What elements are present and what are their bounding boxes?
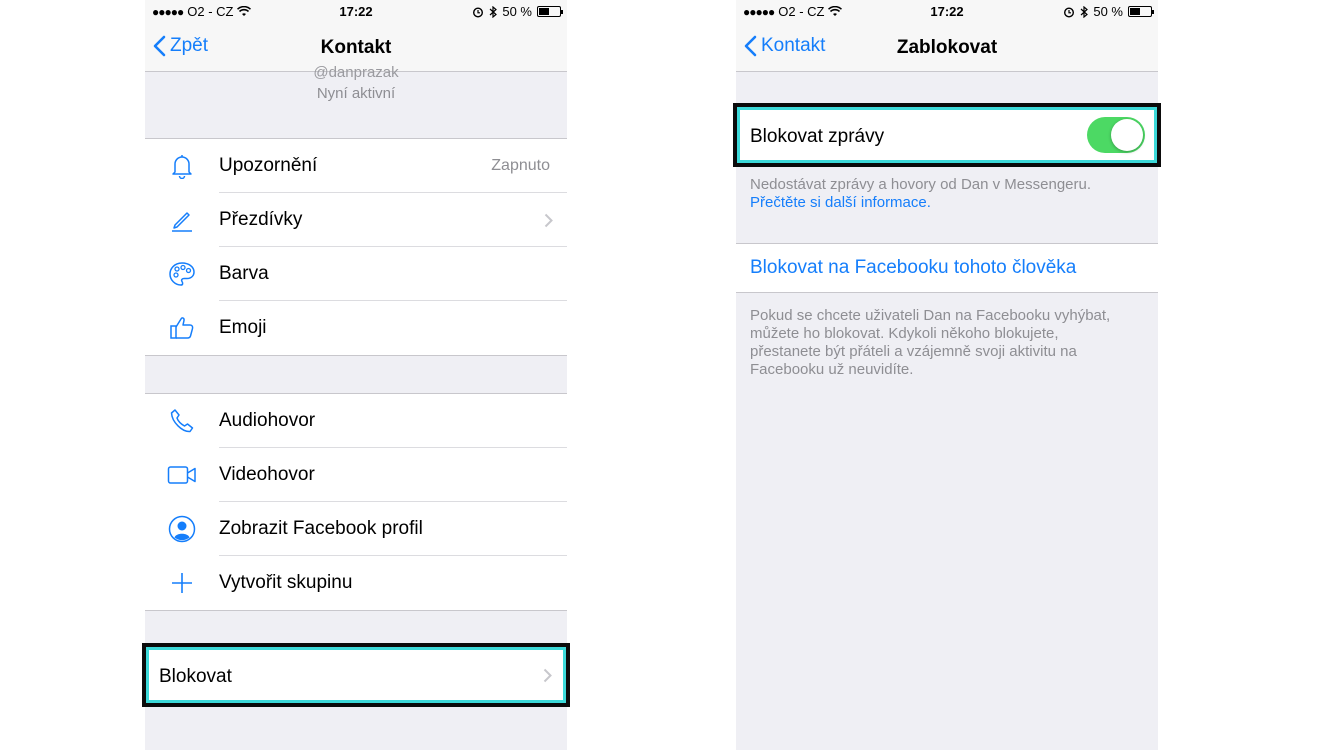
block-label: Blokovat: [159, 666, 232, 687]
create-group-label: Vytvořit skupinu: [219, 572, 353, 593]
note-line: můžete ho blokovat. Kdykoli někoho bloku…: [750, 325, 1059, 342]
color-row[interactable]: Barva: [145, 247, 567, 301]
block-on-facebook-link[interactable]: Blokovat na Facebooku tohoto člověka: [750, 257, 1076, 279]
alarm-icon: [1064, 6, 1075, 18]
notifications-label: Upozornění: [219, 155, 318, 176]
note-line: přestanete být přáteli a vzájemně svoji …: [750, 343, 1077, 360]
block-messages-row: Blokovat zprávy: [733, 103, 1161, 167]
status-bar: ●●●●● O2 - CZ 17:22 50 %: [736, 0, 1158, 24]
block-messages-note: Nedostávat zprávy a hovory od Dan v Mess…: [750, 176, 1144, 212]
plus-icon: [145, 572, 219, 594]
nicknames-label: Přezdívky: [219, 209, 303, 230]
chevron-right-icon: [544, 213, 553, 227]
create-group-row[interactable]: Vytvořit skupinu: [145, 556, 567, 610]
block-messages-label: Blokovat zprávy: [750, 126, 885, 147]
bell-icon: [145, 153, 219, 179]
view-profile-row[interactable]: Zobrazit Facebook profil: [145, 502, 567, 556]
activity-status: Nyní aktivní: [316, 85, 396, 102]
navigation-bar: Kontakt Zablokovat: [736, 24, 1158, 72]
audio-call-label: Audiohovor: [219, 410, 316, 431]
note-line: Facebooku už neuvidíte.: [750, 361, 914, 378]
profile-header: @danprazak Nyní aktivní: [145, 64, 567, 138]
video-call-label: Videohovor: [219, 464, 315, 485]
chevron-right-icon: [543, 668, 552, 683]
battery-icon: [1128, 6, 1154, 17]
profile-icon: [145, 515, 219, 543]
battery-percent: 50 %: [1093, 4, 1123, 19]
emoji-label: Emoji: [219, 317, 267, 338]
notifications-row[interactable]: Upozornění Zapnuto: [145, 139, 567, 193]
alarm-icon: [473, 6, 484, 18]
emoji-row[interactable]: Emoji: [145, 301, 567, 355]
status-bar: ●●●●● O2 - CZ 17:22 50 %: [145, 0, 567, 24]
color-label: Barva: [219, 263, 269, 284]
battery-percent: 50 %: [502, 4, 532, 19]
view-profile-label: Zobrazit Facebook profil: [219, 518, 423, 539]
block-messages-description: Nedostávat zprávy a hovory od Dan v Mess…: [750, 176, 1092, 193]
settings-group: Upozornění Zapnuto Přezdívky Barva Emoji: [145, 138, 567, 356]
page-title: Zablokovat: [896, 37, 998, 58]
actions-group: Audiohovor Videohovor Zobrazit Facebook …: [145, 393, 567, 611]
battery-icon: [537, 6, 563, 17]
bluetooth-icon: [489, 5, 498, 18]
block-on-facebook-row[interactable]: Blokovat na Facebooku tohoto člověka: [736, 243, 1158, 293]
page-title: Kontakt: [320, 37, 392, 58]
profile-username: @danprazak: [313, 64, 399, 81]
block-messages-toggle[interactable]: [1087, 117, 1145, 153]
video-camera-icon: [145, 465, 219, 485]
palette-icon: [145, 261, 219, 287]
toggle-knob: [1111, 119, 1143, 151]
nicknames-row[interactable]: Přezdívky: [145, 193, 567, 247]
facebook-block-note: Pokud se chcete uživateli Dan na Faceboo…: [750, 307, 1144, 379]
bluetooth-icon: [1080, 5, 1089, 18]
contact-screen: ●●●●● O2 - CZ 17:22 50 % Zpět Kontakt @d…: [145, 0, 567, 750]
audio-call-row[interactable]: Audiohovor: [145, 394, 567, 448]
block-row[interactable]: Blokovat: [142, 643, 570, 707]
phone-icon: [145, 408, 219, 434]
thumbs-up-icon: [145, 315, 219, 341]
video-call-row[interactable]: Videohovor: [145, 448, 567, 502]
note-line: Pokud se chcete uživateli Dan na Faceboo…: [750, 307, 1111, 324]
learn-more-link[interactable]: Přečtěte si další informace.: [750, 194, 1144, 212]
notifications-value: Zapnuto: [491, 157, 550, 174]
pencil-icon: [145, 208, 219, 232]
